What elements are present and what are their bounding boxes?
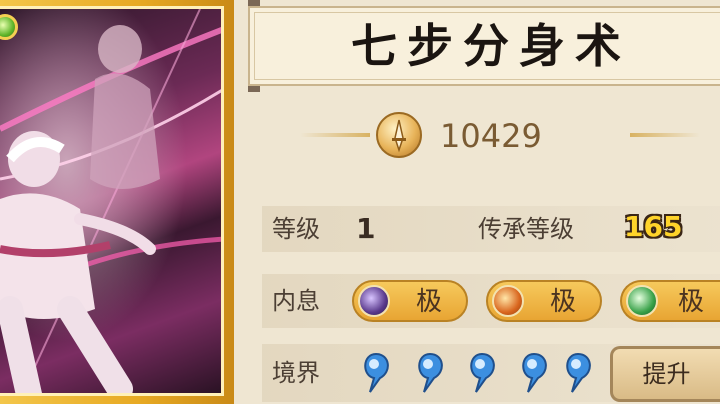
realm-drop-icon (410, 350, 450, 394)
inherit-level-value: 165 (624, 210, 683, 243)
inner-slot-3[interactable]: 极 (620, 280, 720, 322)
sword-power-icon (376, 112, 422, 158)
level-label: 等级 (272, 215, 320, 243)
inner-slot-2-grade: 极 (549, 287, 576, 317)
upgrade-button[interactable]: 提升 (610, 346, 720, 402)
green-ring-icon (626, 285, 658, 317)
inner-slot-3-grade: 极 (677, 287, 704, 317)
inner-slot-1-grade: 极 (415, 287, 442, 317)
inherit-level-label: 传承等级 (478, 215, 574, 243)
right-ornament (630, 133, 700, 137)
realm-drop-icon (514, 350, 554, 394)
skill-name: 七步分身术 (351, 19, 631, 73)
power-value: 10429 (440, 117, 542, 155)
realm-drop-icon (356, 350, 396, 394)
power-row: 10429 (300, 112, 700, 160)
inner-slot-1[interactable]: 极 (352, 280, 468, 322)
inner-breath-label: 内息 (272, 287, 320, 315)
skill-art-image (0, 6, 224, 396)
skill-art-card[interactable] (0, 0, 234, 404)
realm-drop-icon (462, 350, 502, 394)
level-value: 1 (356, 212, 376, 245)
realm-drop-icon (558, 350, 598, 394)
realm-label: 境界 (272, 359, 320, 387)
inner-slot-2[interactable]: 极 (486, 280, 602, 322)
sun-icon (492, 285, 524, 317)
crescent-moon-icon (358, 285, 390, 317)
left-ornament (300, 133, 370, 137)
ninja-illustration (0, 9, 221, 393)
